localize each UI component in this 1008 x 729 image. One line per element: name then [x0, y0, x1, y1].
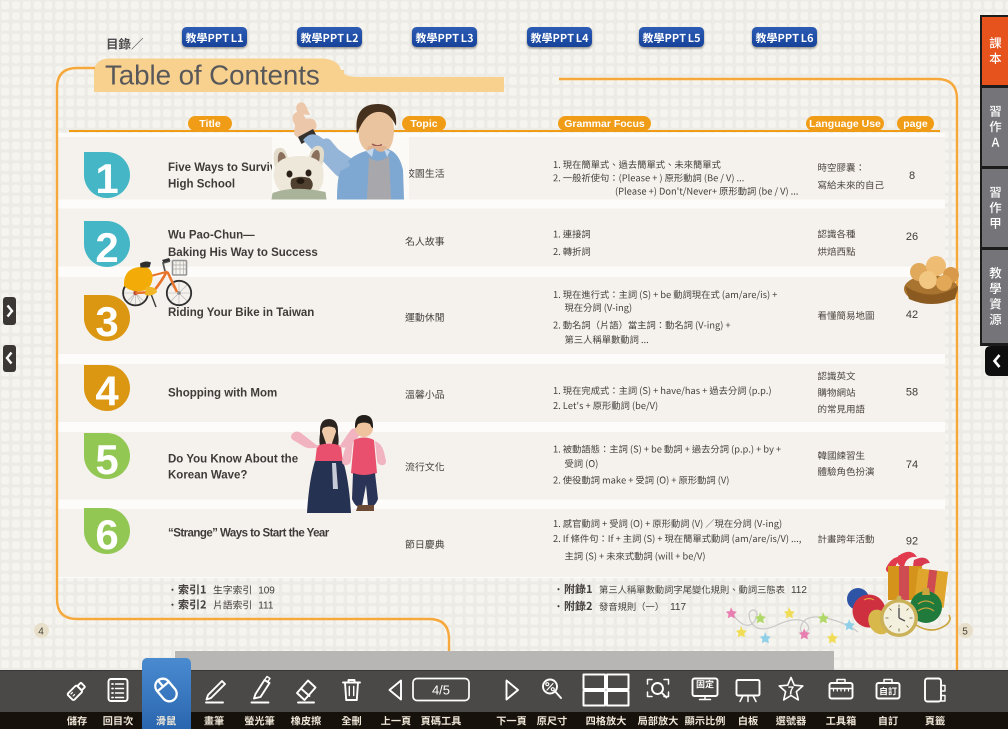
svg-text:Topic: Topic — [410, 118, 437, 130]
svg-text:page: page — [903, 118, 928, 130]
svg-text:92: 92 — [906, 536, 918, 548]
svg-text:26: 26 — [906, 231, 918, 243]
svg-text:1: 1 — [95, 155, 118, 202]
svg-text:Five Ways to Survive: Five Ways to Survive — [168, 162, 283, 174]
svg-text:Do You Know About the: Do You Know About the — [168, 453, 298, 465]
svg-text:74: 74 — [906, 459, 918, 471]
svg-text:8: 8 — [909, 170, 915, 182]
svg-text:109: 109 — [258, 586, 275, 597]
svg-text:Grammar Focus: Grammar Focus — [564, 118, 645, 130]
svg-text:4: 4 — [38, 626, 44, 637]
svg-text:Riding Your Bike in Taiwan: Riding Your Bike in Taiwan — [168, 307, 314, 319]
svg-text:2: 2 — [95, 224, 118, 271]
svg-text:High School: High School — [168, 179, 235, 191]
svg-text:111: 111 — [258, 601, 274, 612]
svg-text:“Strange” Ways to Start the Ye: “Strange” Ways to Start the Year — [168, 527, 330, 539]
svg-text:4: 4 — [95, 368, 119, 415]
svg-text:117: 117 — [670, 602, 686, 613]
svg-text:Title: Title — [199, 118, 221, 130]
svg-text:6: 6 — [95, 511, 118, 558]
svg-text:5: 5 — [95, 436, 118, 483]
svg-text:Baking His Way to Success: Baking His Way to Success — [168, 247, 318, 259]
svg-text:3: 3 — [95, 298, 118, 345]
svg-text:Shopping with Mom: Shopping with Mom — [168, 387, 277, 399]
svg-text:42: 42 — [906, 309, 918, 321]
svg-text:112: 112 — [791, 585, 807, 596]
svg-text:Wu Pao-Chun—: Wu Pao-Chun— — [168, 230, 255, 242]
svg-text:Korean Wave?: Korean Wave? — [168, 470, 247, 482]
svg-text:5: 5 — [962, 626, 968, 637]
svg-text:Table of Contents: Table of Contents — [105, 60, 320, 91]
svg-text:58: 58 — [906, 387, 918, 399]
svg-text:4/5: 4/5 — [432, 683, 450, 698]
svg-text:Language Use: Language Use — [809, 118, 881, 130]
